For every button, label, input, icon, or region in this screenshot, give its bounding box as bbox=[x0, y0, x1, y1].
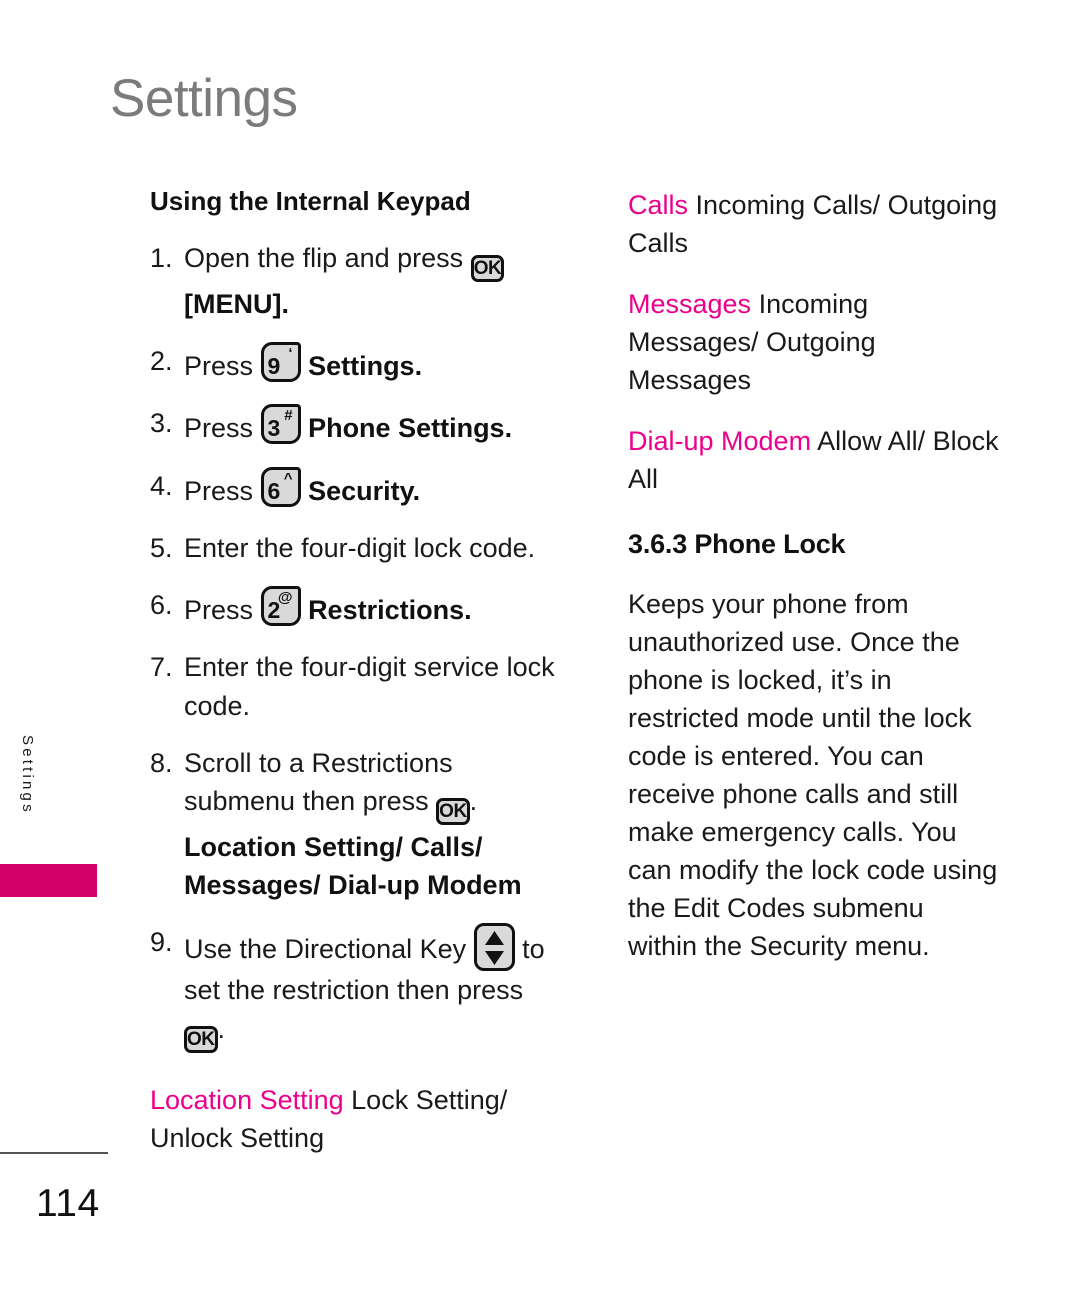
ok-key-label: OK bbox=[184, 1025, 218, 1053]
step-number: 8. bbox=[150, 748, 173, 779]
page-title: Settings bbox=[110, 69, 298, 128]
step-text: Enter the four-digit service lock code. bbox=[184, 652, 555, 721]
step-period: . bbox=[504, 413, 513, 444]
section-heading-phone-lock: 3.6.3 Phone Lock bbox=[628, 529, 846, 560]
step-menu-label: Restrictions bbox=[308, 595, 465, 626]
step-7: 7. Enter the four-digit service lock cod… bbox=[150, 648, 558, 725]
step-number: 4. bbox=[150, 470, 173, 501]
step-period: . bbox=[217, 1013, 226, 1044]
option-dialup-modem: Dial-up Modem Allow All/ Block All bbox=[628, 422, 1000, 499]
phone-lock-description: Keeps your phone from unauthorized use. … bbox=[628, 588, 998, 962]
directional-key-icon bbox=[473, 923, 515, 972]
step-text: Scroll to a Restrictions submenu then pr… bbox=[184, 748, 453, 817]
number-key-2-icon: 2 @ bbox=[260, 586, 301, 627]
right-column: Calls Incoming Calls/ Outgoing Calls Mes… bbox=[628, 186, 1000, 965]
ok-key-icon: OK bbox=[436, 789, 470, 827]
step-menu-label: Phone Settings bbox=[308, 413, 505, 444]
step-number: 5. bbox=[150, 532, 173, 563]
step-8: 8. Scroll to a Restrictions submenu then… bbox=[150, 744, 558, 904]
manual-page: Settings Settings Using the Internal Key… bbox=[0, 0, 1080, 1295]
step-number: 3. bbox=[150, 408, 173, 439]
option-dialup-accent: Dial-up Modem bbox=[628, 425, 812, 456]
step-6: 6. Press 2 @ Restrictions. bbox=[150, 586, 558, 629]
key-symbol: ^ bbox=[283, 469, 293, 487]
section-heading-keypad: Using the Internal Keypad bbox=[150, 186, 471, 216]
number-key-6-icon: 6 ^ bbox=[260, 466, 301, 507]
step-5: 5. Enter the four-digit lock code. bbox=[150, 529, 558, 567]
option-calls-accent: Calls bbox=[628, 190, 689, 220]
step-text: Press bbox=[184, 475, 254, 506]
step-text: Press bbox=[184, 595, 254, 626]
step-menu-label: Settings bbox=[308, 350, 415, 381]
key-symbol: ‘ bbox=[288, 344, 293, 362]
option-messages: Messages Incoming Messages/ Outgoing Mes… bbox=[628, 285, 1000, 400]
option-calls: Calls Incoming Calls/ Outgoing Calls bbox=[628, 186, 1000, 263]
key-symbol: # bbox=[284, 407, 293, 425]
step-text: Use the Directional Key bbox=[184, 934, 467, 965]
step-1: 1. Open the flip and press OK [MENU]. bbox=[150, 239, 558, 323]
step-period: . bbox=[281, 288, 289, 319]
key-digit: 6 bbox=[267, 477, 281, 504]
step-number: 9. bbox=[150, 927, 173, 958]
number-key-9-icon: 9 ‘ bbox=[260, 341, 301, 382]
step-4: 4. Press 6 ^ Security. bbox=[150, 466, 558, 510]
step-text: Open the flip and press bbox=[184, 243, 464, 274]
step-period: . bbox=[412, 475, 421, 506]
step-menu-label: Security bbox=[308, 475, 413, 506]
left-note-accent: Location Setting bbox=[150, 1085, 344, 1116]
left-note: Location Setting Lock Setting/ Unlock Se… bbox=[150, 1081, 558, 1158]
key-digit: 3 bbox=[267, 415, 281, 442]
footer-divider bbox=[0, 1152, 108, 1154]
ok-key-icon: OK bbox=[184, 1017, 218, 1055]
side-tab-label: Settings bbox=[19, 735, 36, 815]
step-number: 6. bbox=[150, 590, 173, 621]
step-9: 9. Use the Directional Key to set the re… bbox=[150, 923, 558, 1055]
step-number: 2. bbox=[150, 345, 173, 376]
step-3: 3. Press 3 # Phone Settings. bbox=[150, 404, 558, 447]
side-tab-marker bbox=[0, 864, 97, 897]
left-column: Using the Internal Keypad 1. Open the fl… bbox=[150, 186, 558, 1180]
step-text: Press bbox=[184, 350, 254, 381]
step-period: . bbox=[414, 350, 423, 381]
step-options-bold: Location Setting/ Calls/ Messages/ Dial-… bbox=[184, 831, 522, 901]
step-menu-label: [MENU] bbox=[184, 288, 282, 319]
step-period: . bbox=[464, 595, 472, 626]
step-2: 2. Press 9 ‘ Settings. bbox=[150, 341, 558, 385]
steps-list: 1. Open the flip and press OK [MENU]. 2.… bbox=[150, 239, 558, 1055]
ok-key-label: OK bbox=[470, 255, 505, 283]
number-key-3-icon: 3 # bbox=[260, 404, 301, 445]
step-number: 1. bbox=[150, 243, 173, 274]
key-symbol: @ bbox=[277, 589, 293, 607]
ok-key-label: OK bbox=[436, 798, 470, 826]
page-number: 114 bbox=[36, 1182, 100, 1225]
step-number: 7. bbox=[150, 652, 173, 683]
step-period: . bbox=[469, 786, 478, 817]
ok-key-icon: OK bbox=[470, 246, 505, 284]
step-text: Enter the four-digit lock code. bbox=[184, 532, 536, 563]
option-messages-accent: Messages bbox=[628, 288, 752, 319]
step-text: Press bbox=[184, 413, 254, 444]
key-digit: 9 bbox=[267, 352, 281, 379]
